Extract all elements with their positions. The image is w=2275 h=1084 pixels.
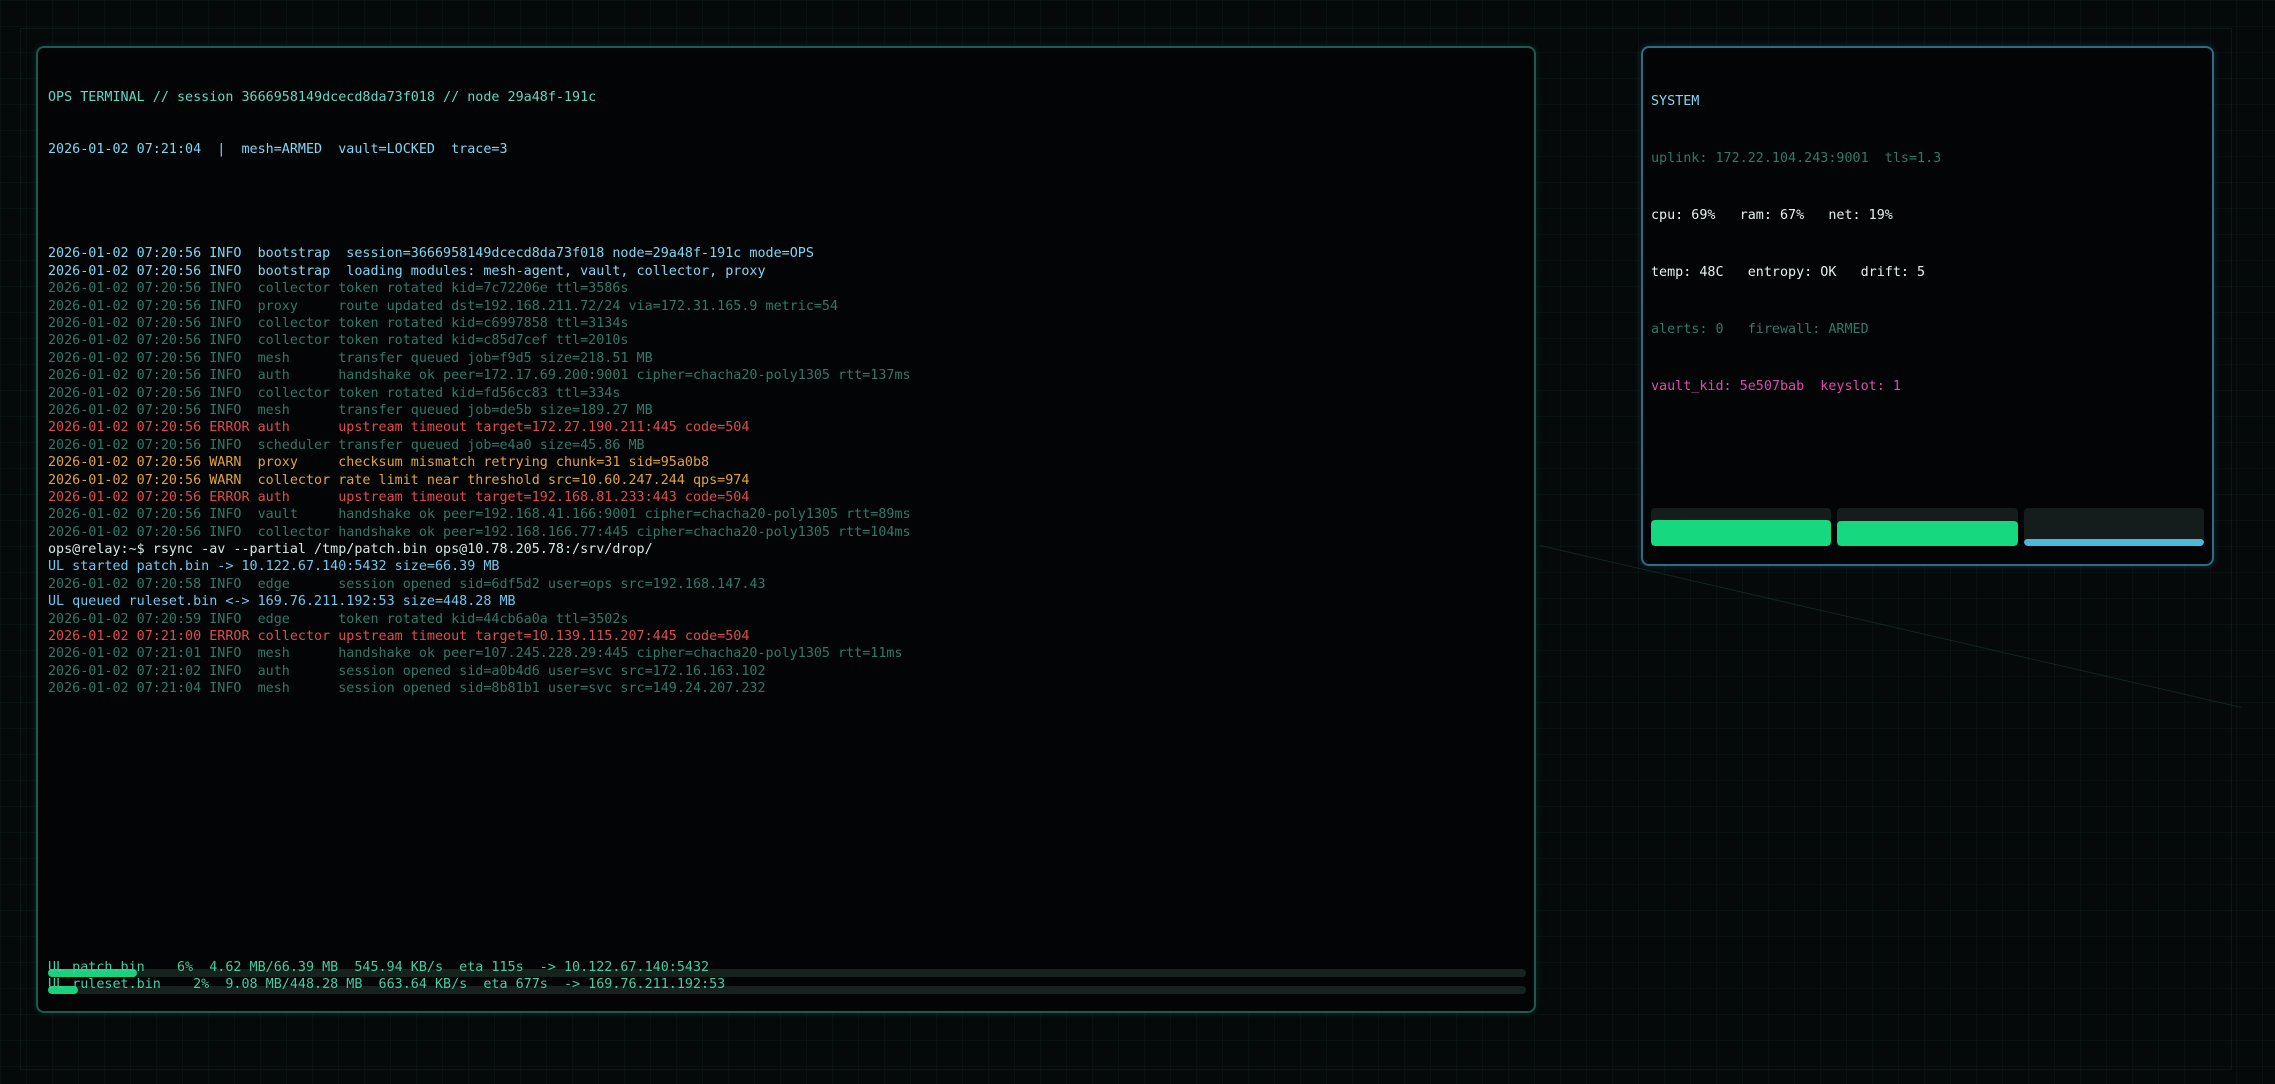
log-line: 2026-01-02 07:20:56 INFO collector token… — [48, 333, 629, 349]
log-line: 2026-01-02 07:20:56 INFO scheduler trans… — [48, 437, 645, 453]
log-line: 2026-01-02 07:20:58 INFO edge session op… — [48, 576, 766, 592]
log-line: 2026-01-02 07:20:56 INFO mesh transfer q… — [48, 402, 653, 418]
log-line: UL queued ruleset.bin <-> 169.76.211.192… — [48, 594, 516, 610]
log-line: 2026-01-02 07:20:59 INFO edge token rota… — [48, 611, 629, 627]
resource-stats: cpu: 69% ram: 67% net: 19% — [1651, 208, 1893, 223]
ram-gauge-fill — [1837, 520, 2018, 546]
uplink-status: uplink: 172.22.104.243:9001 tls=1.3 — [1651, 151, 1942, 166]
resource-gauges — [1651, 508, 2204, 546]
ram-gauge — [1837, 508, 2018, 546]
transfer-list: UL patch.bin 6% 4.62 MB/66.39 MB 545.94 … — [48, 959, 1528, 994]
env-stats: temp: 48C entropy: OK drift: 5 — [1651, 265, 1926, 280]
log-line: ops@relay:~$ rsync -av --partial /tmp/pa… — [48, 542, 653, 558]
log-line: 2026-01-02 07:21:00 ERROR collector upst… — [48, 629, 750, 645]
transfer-status-text: UL patch.bin 6% 4.62 MB/66.39 MB 545.94 … — [48, 960, 710, 975]
transfer-row: UL patch.bin 6% 4.62 MB/66.39 MB 545.94 … — [48, 959, 1528, 977]
transfer-status-text: UL ruleset.bin 2% 9.08 MB/448.28 MB 663.… — [48, 977, 726, 992]
log-line: 2026-01-02 07:20:56 INFO mesh transfer q… — [48, 350, 653, 366]
transfer-row: UL ruleset.bin 2% 9.08 MB/448.28 MB 663.… — [48, 976, 1528, 994]
log-line: 2026-01-02 07:20:56 WARN proxy checksum … — [48, 455, 710, 471]
log-line: 2026-01-02 07:20:56 INFO bootstrap sessi… — [48, 246, 814, 262]
system-panel: SYSTEM uplink: 172.22.104.243:9001 tls=1… — [1641, 46, 2214, 566]
log-line: 2026-01-02 07:20:56 ERROR auth upstream … — [48, 420, 750, 436]
log-line: 2026-01-02 07:20:56 WARN collector rate … — [48, 472, 750, 488]
alerts-status: alerts: 0 firewall: ARMED — [1651, 322, 1869, 337]
log-line: 2026-01-02 07:20:56 ERROR auth upstream … — [48, 489, 750, 505]
net-gauge-fill — [2023, 538, 2204, 546]
ops-terminal[interactable]: OPS TERMINAL // session 3666958149dcecd8… — [36, 46, 1536, 1013]
log-line: 2026-01-02 07:21:04 INFO mesh session op… — [48, 681, 766, 697]
system-title: SYSTEM — [1651, 94, 1700, 109]
log-line: 2026-01-02 07:20:56 INFO collector token… — [48, 281, 629, 297]
terminal-header: OPS TERMINAL // session 3666958149dcecd8… — [48, 89, 597, 105]
log-line: 2026-01-02 07:20:56 INFO bootstrap loadi… — [48, 263, 766, 279]
log-line: 2026-01-02 07:20:56 INFO vault handshake… — [48, 507, 911, 523]
cpu-gauge — [1651, 508, 1832, 546]
log-line: 2026-01-02 07:21:01 INFO mesh handshake … — [48, 646, 903, 662]
log-line: 2026-01-02 07:20:56 INFO collector hands… — [48, 524, 911, 540]
log-line: 2026-01-02 07:20:56 INFO collector token… — [48, 385, 621, 401]
cpu-gauge-fill — [1651, 519, 1832, 546]
terminal-status-line: 2026-01-02 07:21:04 | mesh=ARMED vault=L… — [48, 142, 508, 158]
log-line: 2026-01-02 07:20:56 INFO collector token… — [48, 315, 629, 331]
vault-key-status: vault_kid: 5e507bab keyslot: 1 — [1651, 379, 1901, 394]
log-line: 2026-01-02 07:20:56 INFO proxy route upd… — [48, 298, 839, 314]
log-line: 2026-01-02 07:21:02 INFO auth session op… — [48, 663, 766, 679]
log-line: 2026-01-02 07:20:56 INFO auth handshake … — [48, 368, 911, 384]
net-gauge — [2023, 508, 2204, 546]
log-line: UL started patch.bin -> 10.122.67.140:54… — [48, 559, 500, 575]
log-output: 2026-01-02 07:20:56 INFO bootstrap sessi… — [48, 245, 1524, 697]
